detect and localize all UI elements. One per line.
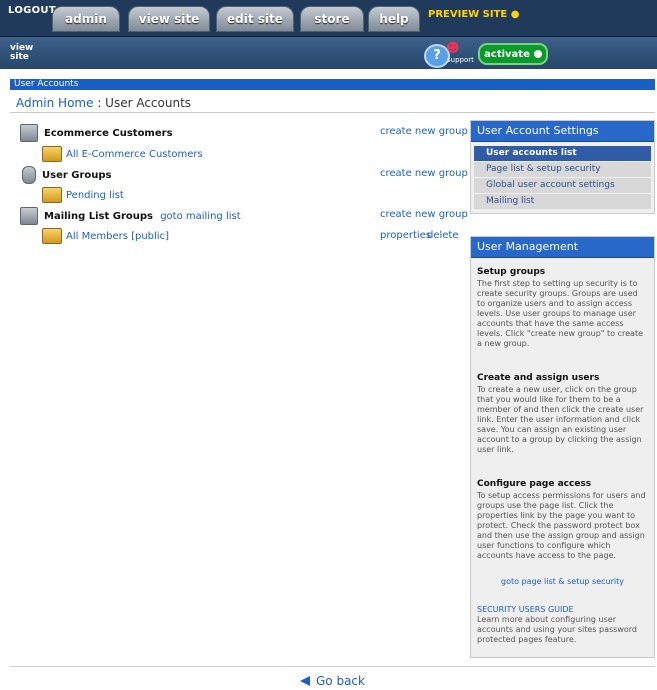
mailing-list-icon (20, 207, 38, 225)
ecommerce-group-icon (20, 124, 38, 142)
preview-site-link[interactable]: PREVIEW SITE ● (428, 9, 519, 20)
members-icon (42, 228, 62, 244)
properties-link[interactable]: properties (380, 230, 431, 241)
settings-panel-title: User Account Settings (471, 121, 654, 142)
breadcrumb-admin-home[interactable]: Admin Home (16, 96, 94, 110)
group-ecommerce: Ecommerce Customers (20, 124, 173, 142)
guide-text: Learn more about configuring user accoun… (477, 615, 637, 644)
back-arrow-icon (300, 676, 310, 686)
tab-store[interactable]: store (300, 6, 364, 32)
list-item[interactable]: Pending list (42, 187, 124, 203)
goto-mailing-list-link[interactable]: goto mailing list (160, 211, 240, 222)
list-item[interactable]: All Members [public] (42, 228, 169, 244)
list-item[interactable]: All E-Commerce Customers (42, 146, 203, 162)
activate-arrow-icon (533, 50, 542, 58)
tab-view-site[interactable]: view site (128, 6, 210, 32)
top-navbar: LOGOUT admin view site edit site store h… (0, 0, 657, 37)
delete-link[interactable]: delete (427, 230, 459, 241)
menu-page-list-security[interactable]: Page list & setup security (474, 162, 651, 177)
group-user-groups: User Groups (22, 166, 112, 184)
management-panel-title: User Management (471, 237, 654, 258)
support-label: support (447, 56, 474, 64)
create-new-group-link-users[interactable]: create new group (380, 168, 468, 179)
help-heading: Create and assign users (477, 373, 600, 383)
user-account-settings-panel: User Account Settings User accounts list… (470, 120, 655, 214)
preview-icon: ● (510, 9, 520, 20)
menu-mailing-list[interactable]: Mailing list (474, 194, 651, 209)
breadcrumb: Admin Home : User Accounts (16, 96, 192, 110)
help-text: To create a new user, click on the group… (477, 385, 644, 454)
activate-button[interactable]: activate (478, 43, 548, 65)
tab-help[interactable]: help (368, 6, 420, 32)
create-new-group-link-ecommerce[interactable]: create new group (380, 126, 468, 137)
help-content: Setup groups The first step to setting u… (471, 258, 654, 649)
group-members-icon (42, 146, 62, 162)
tool-bar (0, 37, 657, 69)
goto-page-list-link[interactable]: goto page list & setup security (477, 577, 648, 587)
user-group-icon (22, 166, 36, 184)
page-title-bar: User Accounts (10, 79, 655, 90)
menu-global-settings[interactable]: Global user account settings (474, 178, 651, 193)
support-person-icon: ☻ (446, 41, 460, 56)
pending-list-icon (42, 187, 62, 203)
divider (10, 666, 655, 667)
create-new-group-link-mailing[interactable]: create new group (380, 209, 468, 220)
help-text: The first step to setting up security is… (477, 279, 644, 348)
group-mailing-list: Mailing List Groups goto mailing list (20, 207, 241, 225)
go-back-button[interactable]: Go back (300, 674, 365, 688)
user-management-panel: User Management Setup groups The first s… (470, 236, 655, 658)
menu-user-accounts-list[interactable]: User accounts list (474, 146, 651, 161)
view-site-icon[interactable]: view site (10, 44, 44, 64)
security-users-guide-link[interactable]: SECURITY USERS GUIDE (477, 605, 648, 615)
logout-link[interactable]: LOGOUT (8, 5, 56, 16)
tab-edit-site[interactable]: edit site (216, 6, 294, 32)
breadcrumb-current: User Accounts (105, 96, 192, 110)
help-heading: Setup groups (477, 267, 546, 277)
help-text: To setup access permissions for users an… (477, 491, 646, 560)
tab-admin[interactable]: admin (52, 6, 120, 32)
help-heading: Configure page access (477, 479, 592, 489)
divider (10, 112, 655, 113)
